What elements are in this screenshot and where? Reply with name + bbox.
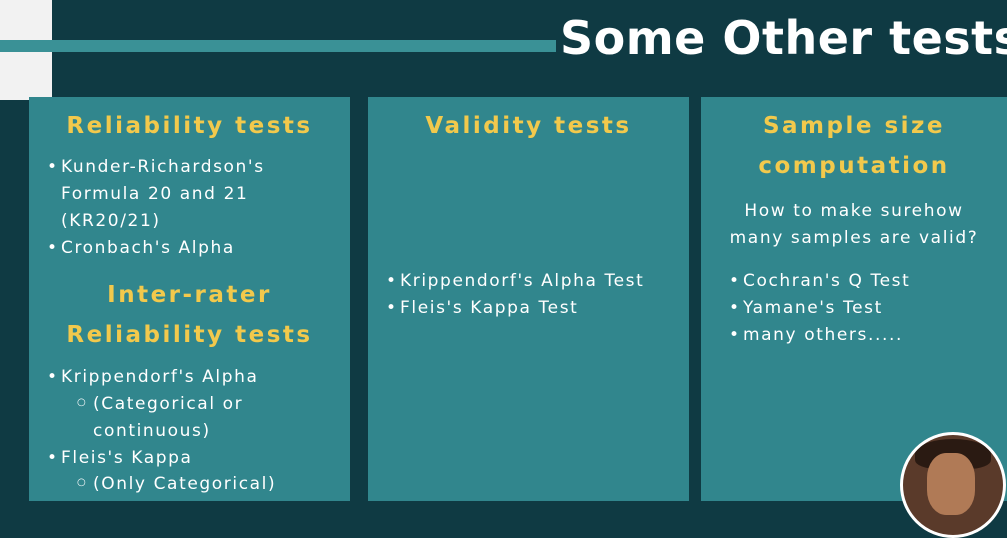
list-item: Krippendorf's Alpha [47,367,259,387]
panel-heading: computation [758,153,950,179]
panel-question: How to make surehow [744,201,964,221]
list-item: Kunder-Richardson's [47,157,265,177]
panel-subheading: Inter-rater [107,282,272,308]
list-item-continued: Formula 20 and 21 [61,184,249,204]
validity-panel: Validity tests Krippendorf's Alpha Test … [368,97,689,501]
sub-list-item: (Only Categorical) [77,474,276,494]
panel-heading: Reliability tests [66,113,313,139]
panel-subheading: Reliability tests [66,322,313,348]
panel-question: many samples are valid? [729,228,979,248]
slide-title: Some Other tests [560,11,1007,65]
panel-heading: Sample size [762,113,946,139]
list-item: Fleis's Kappa [47,448,193,468]
list-item: Fleis's Kappa Test [386,298,578,318]
avatar-face [927,453,975,515]
list-item: Krippendorf's Alpha Test [386,271,644,291]
reliability-panel: Reliability tests Kunder-Richardson's Fo… [29,97,350,501]
list-item: Yamane's Test [729,298,883,318]
list-item: Cochran's Q Test [729,271,910,291]
sub-list-item: (Categorical or [77,394,243,414]
title-accent-bar [0,40,556,52]
list-item-continued: (KR20/21) [61,211,161,231]
list-item: many others..... [729,325,903,345]
sub-list-item-continued: continuous) [93,421,211,441]
list-item: Cronbach's Alpha [47,238,235,258]
presenter-webcam-avatar [900,432,1006,538]
panel-heading: Validity tests [425,113,632,139]
